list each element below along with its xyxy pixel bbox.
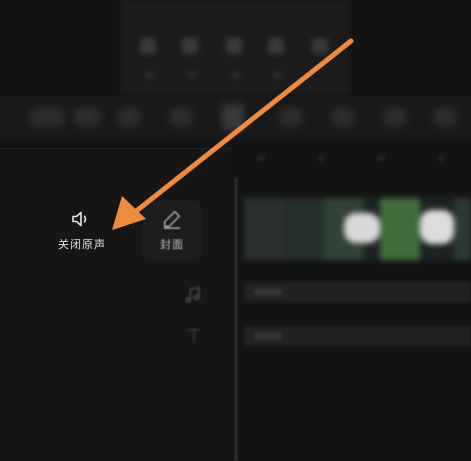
- text-button[interactable]: [181, 322, 207, 348]
- clip-frame: [380, 198, 420, 260]
- blurred-icon: [226, 38, 242, 54]
- clip-frame: [244, 198, 284, 260]
- blurred-icon: [182, 38, 198, 54]
- clip-frame: [454, 198, 471, 260]
- blurred-toolbar-item: [222, 104, 244, 130]
- timeline-playhead[interactable]: [235, 178, 237, 461]
- blurred-toolbar-item: [332, 108, 354, 126]
- video-clip-strip[interactable]: [244, 198, 471, 260]
- cover-button[interactable]: 封面: [143, 200, 201, 260]
- blurred-dot: [231, 72, 241, 78]
- timeline-ruler: [248, 155, 471, 167]
- clip-frame: [284, 198, 324, 260]
- blurred-icon: [312, 38, 328, 54]
- blurred-toolbar-item: [384, 108, 406, 126]
- music-note-icon: [180, 282, 206, 308]
- blurred-toolbar-item: [170, 108, 192, 126]
- audio-track[interactable]: [244, 282, 471, 302]
- timeline-panel: [232, 148, 471, 461]
- blurred-toolbar-item: [280, 108, 302, 126]
- blurred-icon: [140, 38, 156, 54]
- pencil-icon: [159, 206, 185, 232]
- blurred-icon: [268, 38, 284, 54]
- cover-label: 封面: [160, 238, 184, 251]
- mute-original-sound-label: 关闭原声: [58, 238, 106, 251]
- blurred-dot: [145, 72, 155, 78]
- blurred-toolbar-item: [74, 108, 100, 126]
- mute-original-sound-button[interactable]: 关闭原声: [52, 206, 112, 252]
- clip-frame-highlight: [344, 213, 380, 243]
- blurred-toolbar-item: [434, 108, 456, 126]
- blurred-dot: [187, 72, 197, 78]
- blurred-dot: [273, 72, 283, 78]
- text-icon: [181, 322, 207, 348]
- blurred-toolbar-item: [30, 108, 64, 126]
- text-track[interactable]: [244, 326, 471, 346]
- blurred-toolbar-item: [118, 108, 140, 126]
- speaker-icon: [69, 206, 95, 232]
- music-button[interactable]: [180, 282, 206, 308]
- clip-frame-highlight: [420, 210, 454, 244]
